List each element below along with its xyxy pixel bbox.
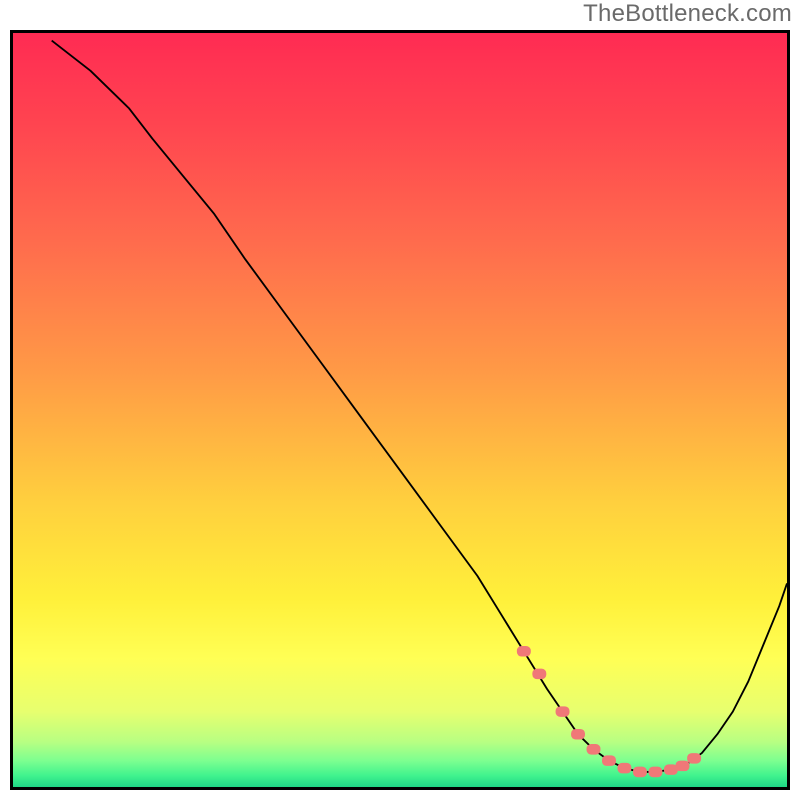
valley-marker [676, 761, 690, 772]
plot-area [10, 30, 790, 790]
valley-marker [587, 744, 601, 755]
chart-container: TheBottleneck.com [0, 0, 800, 800]
valley-marker [617, 763, 631, 774]
watermark-text: TheBottleneck.com [583, 0, 792, 28]
valley-marker [687, 753, 701, 764]
valley-marker [556, 706, 570, 717]
valley-marker [517, 646, 531, 657]
valley-marker [648, 767, 662, 778]
valley-marker [532, 669, 546, 680]
valley-marker [602, 755, 616, 766]
plot-svg [13, 33, 787, 787]
valley-marker [633, 767, 647, 778]
valley-marker [571, 729, 585, 740]
gradient-background [13, 33, 787, 787]
